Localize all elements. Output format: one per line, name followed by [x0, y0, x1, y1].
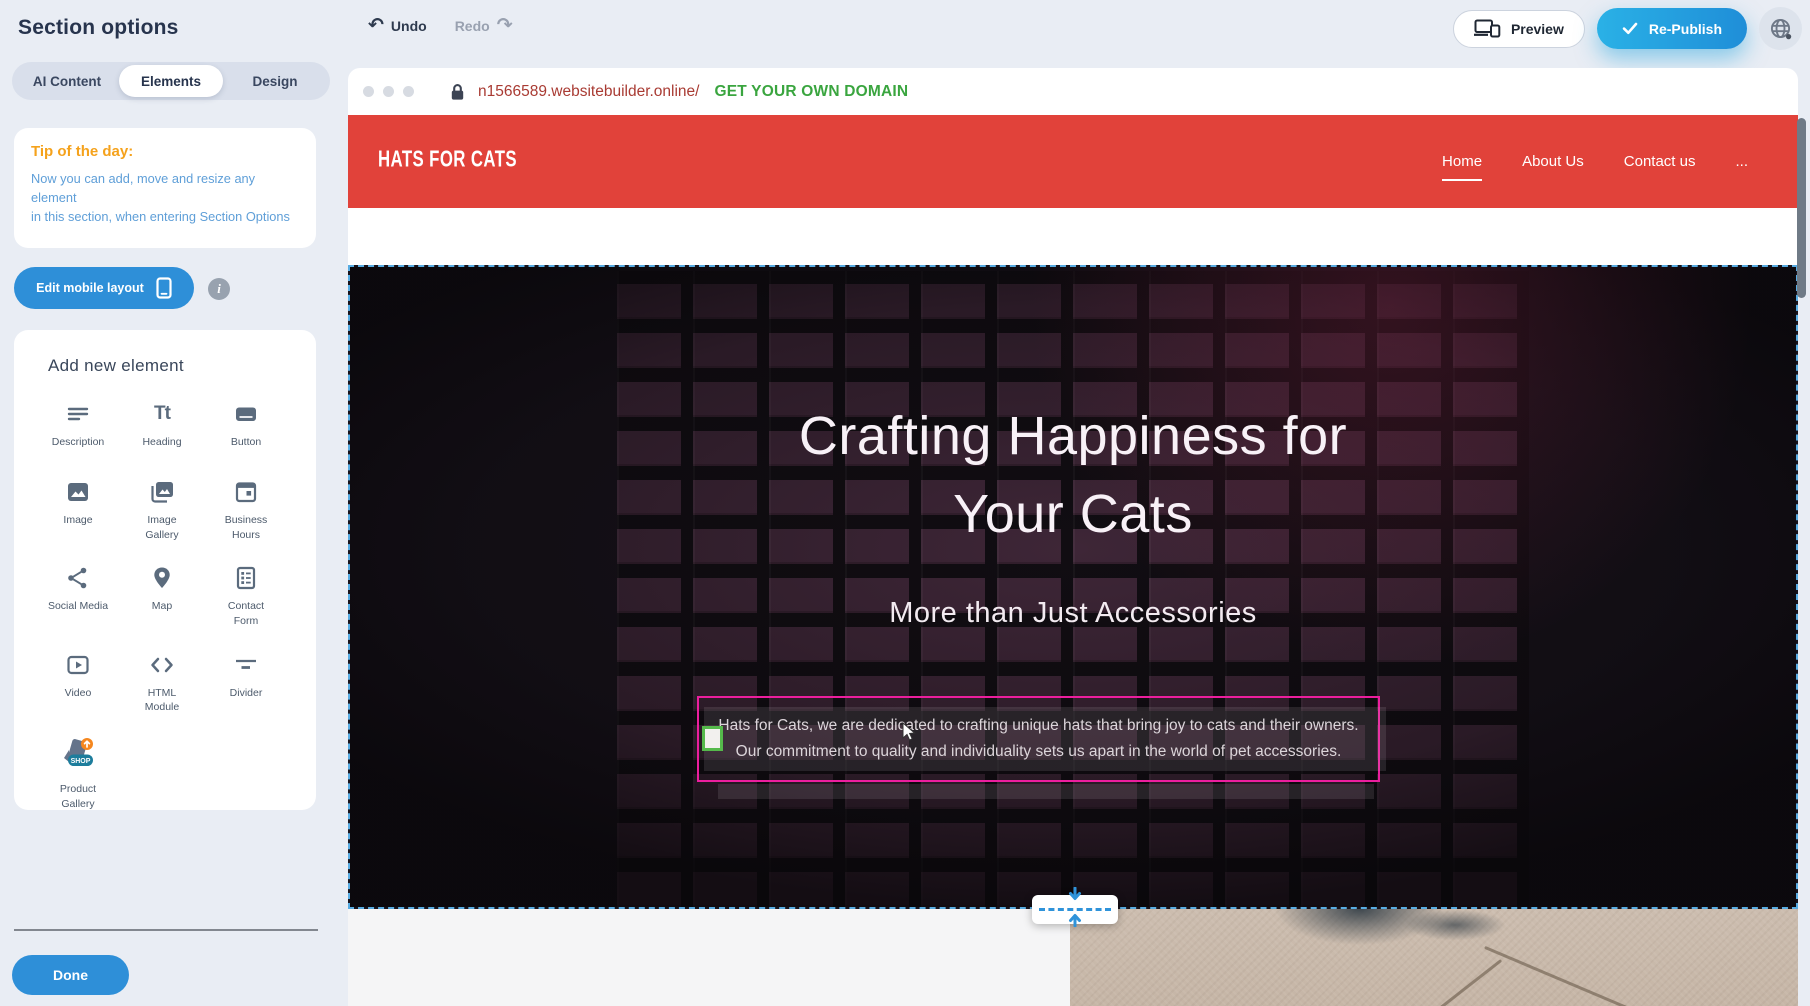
tip-title: Tip of the day:	[31, 143, 299, 160]
browser-dot	[363, 86, 374, 97]
image-icon	[65, 478, 91, 506]
checkmark-icon	[1622, 22, 1638, 35]
site-header[interactable]: HATS FOR CATS Home About Us Contact us .…	[348, 115, 1798, 208]
floor-image	[1070, 909, 1798, 1006]
tip-body: Now you can add, move and resize any ele…	[31, 169, 299, 227]
element-divider[interactable]: Divider	[204, 651, 288, 715]
floor-grout-line	[1382, 959, 1502, 1006]
tab-design[interactable]: Design	[223, 65, 327, 97]
phone-icon	[156, 277, 172, 299]
browser-dots	[363, 86, 414, 97]
element-button[interactable]: Button	[204, 400, 288, 456]
element-video[interactable]: Video	[36, 651, 120, 715]
add-element-panel: Add new element Description Tt Heading	[14, 330, 316, 810]
preview-button[interactable]: Preview	[1453, 10, 1585, 48]
heading-icon: Tt	[154, 400, 170, 428]
browser-chrome-bar: n1566589.websitebuilder.online/ GET YOUR…	[348, 68, 1798, 115]
get-domain-link[interactable]: GET YOUR OWN DOMAIN	[714, 83, 908, 101]
product-gallery-icon: SHOP	[56, 737, 100, 775]
description-icon	[65, 400, 91, 428]
element-product-gallery[interactable]: SHOP Product Gallery	[36, 737, 120, 811]
undo-button[interactable]: ↶ Undo	[368, 16, 427, 35]
topbar-actions: Preview Re-Publish	[1453, 7, 1802, 50]
site-preview-frame: n1566589.websitebuilder.online/ GET YOUR…	[348, 58, 1810, 1006]
language-button[interactable]	[1759, 7, 1802, 50]
page-title: Section options	[18, 16, 179, 40]
nav-home[interactable]: Home	[1442, 153, 1482, 181]
hero-section-selected[interactable]: Crafting Happiness for Your Cats More th…	[348, 265, 1798, 909]
add-element-grid: Description Tt Heading Button	[36, 400, 288, 812]
element-map[interactable]: Map	[120, 564, 204, 628]
arrow-down-icon	[1066, 887, 1084, 910]
redo-button[interactable]: Redo ↷	[455, 16, 513, 35]
add-element-title: Add new element	[14, 356, 316, 376]
image-gallery-icon	[148, 478, 176, 506]
browser-dot	[383, 86, 394, 97]
globe-icon	[1769, 17, 1793, 41]
hero-subheading[interactable]: More than Just Accessories	[350, 597, 1796, 630]
map-pin-icon	[149, 564, 175, 592]
contact-form-icon	[233, 564, 259, 592]
business-hours-icon	[233, 478, 259, 506]
republish-label: Re-Publish	[1649, 21, 1722, 37]
preview-scrollbar[interactable]	[1797, 118, 1806, 298]
hero-body-text[interactable]: Hats for Cats, we are dedicated to craft…	[699, 698, 1378, 780]
redo-icon: ↷	[497, 16, 513, 35]
tab-ai-content[interactable]: AI Content	[15, 65, 119, 97]
selected-text-element[interactable]: Hats for Cats, we are dedicated to craft…	[697, 696, 1380, 782]
floor-grout-line	[1484, 946, 1641, 1006]
nav-about-us[interactable]: About Us	[1522, 153, 1584, 170]
lock-icon	[450, 83, 465, 101]
republish-button[interactable]: Re-Publish	[1597, 8, 1747, 49]
browser-dot	[403, 86, 414, 97]
button-icon	[233, 400, 259, 428]
hero-heading[interactable]: Crafting Happiness for Your Cats	[728, 397, 1418, 554]
social-media-icon	[65, 564, 91, 592]
edit-mobile-label: Edit mobile layout	[36, 281, 144, 295]
element-heading[interactable]: Tt Heading	[120, 400, 204, 456]
site-nav: Home About Us Contact us ...	[1442, 115, 1748, 208]
element-business-hours[interactable]: Business Hours	[204, 478, 288, 542]
element-html-module[interactable]: HTML Module	[120, 651, 204, 715]
sidebar-divider	[14, 929, 318, 931]
nav-contact-us[interactable]: Contact us	[1624, 153, 1696, 170]
element-image[interactable]: Image	[36, 478, 120, 542]
hero-vignette	[350, 267, 1796, 907]
element-description[interactable]: Description	[36, 400, 120, 456]
done-button[interactable]: Done	[12, 955, 129, 995]
sidebar-tabs: AI Content Elements Design	[12, 62, 330, 100]
code-icon	[148, 651, 176, 679]
divider-icon	[233, 651, 259, 679]
tab-elements[interactable]: Elements	[119, 65, 223, 97]
website-builder-app: Section options ↶ Undo Redo ↷ Preview	[0, 0, 1810, 1006]
undo-label: Undo	[391, 18, 427, 34]
textbox-shadow-bar	[718, 784, 1374, 799]
info-icon: i	[217, 281, 221, 297]
preview-label: Preview	[1511, 21, 1564, 37]
history-controls: ↶ Undo Redo ↷	[368, 16, 513, 35]
element-image-gallery[interactable]: Image Gallery	[120, 478, 204, 542]
site-url[interactable]: n1566589.websitebuilder.online/	[478, 83, 699, 101]
edit-mobile-layout-button[interactable]: Edit mobile layout	[14, 267, 194, 309]
element-social-media[interactable]: Social Media	[36, 564, 120, 628]
tip-of-the-day-card: Tip of the day: Now you can add, move an…	[14, 128, 316, 248]
nav-more-ellipsis[interactable]: ...	[1735, 153, 1748, 170]
mouse-cursor	[902, 722, 916, 747]
video-icon	[65, 651, 91, 679]
info-button[interactable]: i	[208, 278, 230, 300]
redo-label: Redo	[455, 18, 490, 34]
arrow-up-icon	[1066, 909, 1084, 932]
drag-handle[interactable]	[702, 726, 723, 751]
section-resize-handle[interactable]	[1032, 895, 1118, 924]
site-logo[interactable]: HATS FOR CATS	[378, 147, 517, 174]
undo-icon: ↶	[368, 16, 384, 35]
site-canvas: HATS FOR CATS Home About Us Contact us .…	[348, 115, 1798, 1006]
element-contact-form[interactable]: Contact Form	[204, 564, 288, 628]
devices-icon	[1474, 19, 1501, 38]
svg-text:SHOP: SHOP	[71, 758, 91, 765]
